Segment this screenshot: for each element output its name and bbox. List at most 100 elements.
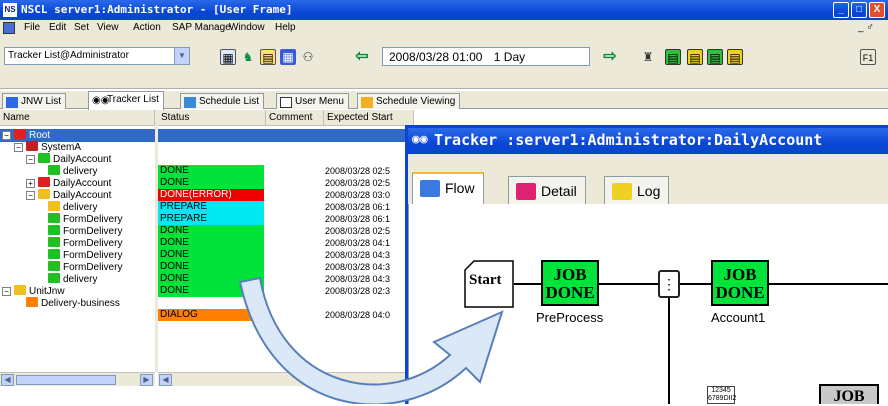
tree-item-dailyaccount-2[interactable]: + DailyAccount <box>26 177 111 189</box>
scroll-thumb[interactable] <box>16 375 116 385</box>
job-status: DONE <box>715 283 765 302</box>
tree-item-formdelivery-5[interactable]: FormDelivery <box>48 261 122 273</box>
network-icon[interactable]: ⚇ <box>300 49 316 65</box>
menu-file[interactable]: File <box>24 22 40 33</box>
tab-flow[interactable]: Flow <box>412 172 484 205</box>
tracker-eyes-icon[interactable]: ♜ <box>640 49 656 65</box>
tree-item-delivery-3[interactable]: delivery <box>48 273 97 285</box>
tab-jnw-list[interactable]: JNW List <box>2 93 66 109</box>
tree-item-delivery-business[interactable]: Delivery-business <box>26 297 120 309</box>
combo-value: Tracker List@Administrator <box>8 50 129 61</box>
column-status[interactable]: Status <box>158 110 266 126</box>
menu-edit[interactable]: Edit <box>49 22 66 33</box>
tree-item-dailyaccount-1[interactable]: − DailyAccount <box>26 153 111 165</box>
tab-tracker-list[interactable]: ◉◉ Tracker List <box>88 91 164 110</box>
expand-icon[interactable]: + <box>26 179 35 188</box>
tracker-tabs: Flow Detail Log <box>408 154 888 205</box>
tree-item-dailyaccount-3[interactable]: − DailyAccount <box>26 189 111 201</box>
folder-icon <box>14 129 26 139</box>
collapse-icon[interactable]: − <box>26 155 35 164</box>
tree-item-root[interactable]: − Root <box>2 129 50 141</box>
minimize-button[interactable]: _ <box>833 2 849 18</box>
menu-bar: File Edit Set View Action SAP Manage Win… <box>0 20 888 37</box>
connector <box>668 298 670 404</box>
viewing-icon <box>361 97 373 108</box>
date-range-field[interactable]: 2008/03/28 01:00 1 Day <box>382 47 590 66</box>
connector <box>599 283 659 285</box>
f1-help-button[interactable]: F1 <box>860 49 876 65</box>
job-node-account1[interactable]: JOB DONE <box>711 260 769 306</box>
close-button[interactable]: X <box>869 2 885 18</box>
menu-help[interactable]: Help <box>275 22 296 33</box>
menu-action[interactable]: Action <box>133 22 161 33</box>
tab-label: Detail <box>541 183 577 199</box>
start-cell: 2008/03/28 06:1 <box>325 214 391 224</box>
scroll-left-icon[interactable]: ◀ <box>159 374 172 386</box>
status-cell: PREPARE <box>158 201 264 213</box>
tab-schedule-list[interactable]: Schedule List <box>180 93 265 109</box>
collapse-icon[interactable]: − <box>2 131 11 140</box>
tab-schedule-viewing[interactable]: Schedule Viewing <box>357 93 461 109</box>
job-green-icon[interactable]: ▤ <box>665 49 681 65</box>
job-node-partial[interactable]: JOB <box>819 384 879 405</box>
job-yellow-icon[interactable]: ▤ <box>687 49 703 65</box>
eyes-icon: ◉◉ <box>412 132 428 147</box>
tree-horizontal-scrollbar[interactable]: ◀ ▶ <box>0 372 155 386</box>
tree-item-unitjnw[interactable]: − UnitJnw <box>2 285 65 297</box>
people-icon[interactable]: ♞ <box>240 49 256 65</box>
calendar-icon[interactable]: ▦ <box>280 49 296 65</box>
tracker-list-combo[interactable]: Tracker List@Administrator ▼ <box>4 47 190 65</box>
tree-item-delivery-1[interactable]: delivery <box>48 165 97 177</box>
tree-label: SystemA <box>41 142 82 153</box>
tab-log[interactable]: Log <box>604 176 670 204</box>
job-done-icon[interactable]: ▤ <box>707 49 723 65</box>
job-label-account1: Account1 <box>711 310 766 325</box>
jobnet-icon <box>48 201 60 211</box>
tree-item-formdelivery-3[interactable]: FormDelivery <box>48 237 122 249</box>
scroll-left-icon[interactable]: ◀ <box>1 374 14 386</box>
tab-user-menu[interactable]: User Menu <box>276 93 349 109</box>
maximize-button[interactable]: □ <box>851 2 867 18</box>
menu-sap-manage[interactable]: SAP Manage <box>172 22 231 33</box>
menu-window[interactable]: Window <box>229 22 265 33</box>
doc-icon[interactable] <box>3 22 15 34</box>
tree-item-delivery-2[interactable]: delivery <box>48 201 97 213</box>
job-warning-icon[interactable]: ▤ <box>727 49 743 65</box>
callout-arrow <box>238 276 504 404</box>
status-cell: DONE <box>158 237 264 249</box>
schedule-icon <box>184 97 196 108</box>
jobnet-icon <box>38 177 50 187</box>
tree-item-formdelivery-1[interactable]: FormDelivery <box>48 213 122 225</box>
branch-icon[interactable]: ⋮ <box>658 270 680 298</box>
scroll-right-icon[interactable]: ▶ <box>140 374 153 386</box>
collapse-icon[interactable]: − <box>14 143 23 152</box>
grid-icon[interactable]: ▦ <box>220 49 236 65</box>
column-name[interactable]: Name <box>0 110 155 126</box>
tree-item-formdelivery-2[interactable]: FormDelivery <box>48 225 122 237</box>
collapse-icon[interactable]: − <box>26 191 35 200</box>
arrow-right-icon[interactable]: ⇨ <box>602 49 618 65</box>
tree-label: FormDelivery <box>63 238 123 249</box>
tree-label: Delivery-business <box>41 298 120 309</box>
jobnet-icon <box>48 237 60 247</box>
start-cell: 2008/03/28 02:5 <box>325 166 391 176</box>
menu-set[interactable]: Set <box>74 22 89 33</box>
tree-item-systema[interactable]: − SystemA <box>14 141 81 153</box>
tab-bar: JNW List ◉◉ Tracker List Schedule List U… <box>0 91 888 110</box>
jnw-icon <box>6 97 18 108</box>
collapse-icon[interactable]: − <box>2 287 11 296</box>
toolbar: Tracker List@Administrator ▼ ▦ ♞ ▤ ▦ ⚇ ⇦… <box>0 37 888 89</box>
tab-label: Flow <box>445 180 475 196</box>
tab-detail[interactable]: Detail <box>508 176 586 204</box>
arrow-left-icon[interactable]: ⇦ <box>354 49 370 65</box>
menu-view[interactable]: View <box>97 22 119 33</box>
column-expected-start[interactable]: Expected Start <box>324 110 414 126</box>
connector <box>769 283 888 285</box>
chevron-down-icon[interactable]: ▼ <box>174 48 189 64</box>
calendar-wait-icon[interactable]: 12345 6789DII2 <box>707 386 736 404</box>
mdi-controls[interactable]: _ ♂ <box>858 22 874 33</box>
tree-item-formdelivery-4[interactable]: FormDelivery <box>48 249 122 261</box>
status-cell: DONE <box>158 165 264 177</box>
sap-icon[interactable]: ▤ <box>260 49 276 65</box>
column-comment[interactable]: Comment <box>266 110 324 126</box>
